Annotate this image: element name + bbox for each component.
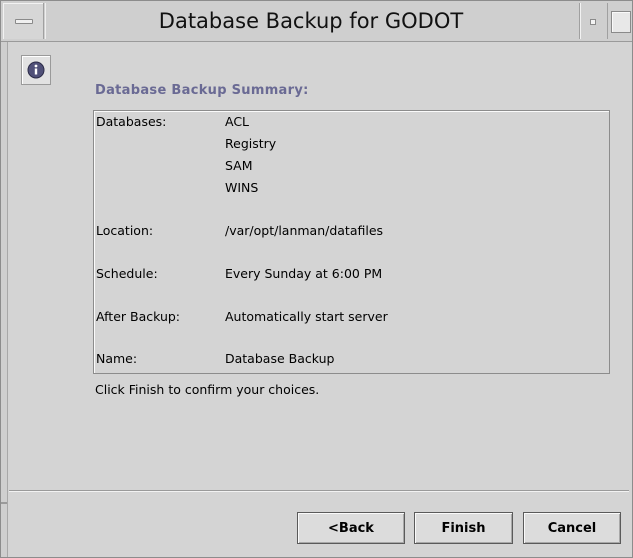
schedule-label: Schedule: [96,266,158,281]
database-item: SAM [225,158,253,173]
databases-label: Databases: [96,114,167,129]
cancel-button[interactable]: Cancel [523,512,621,544]
title-area[interactable]: Database Backup for GODOT [45,3,576,39]
after-backup-value: Automatically start server [225,309,388,324]
summary-heading: Database Backup Summary: [95,83,309,98]
location-label: Location: [96,223,154,238]
name-value: Database Backup [225,351,335,366]
database-item: WINS [225,180,259,195]
instructions-text: Click Finish to confirm your choices. [95,382,320,397]
after-backup-label: After Backup: [96,309,181,324]
dialog-window: Database Backup for GODOT Database Backu… [0,0,633,558]
window-title: Database Backup for GODOT [158,9,464,33]
frame-notch [1,502,7,504]
minimize-icon [590,19,596,25]
finish-button[interactable]: Finish [414,512,513,544]
summary-box: Databases: ACL Registry SAM WINS Locatio… [93,110,610,374]
database-item: Registry [225,136,277,151]
schedule-value: Every Sunday at 6:00 PM [225,266,383,281]
title-bar[interactable]: Database Backup for GODOT [1,1,632,42]
maximize-icon [611,11,631,33]
button-separator [9,490,629,492]
location-value: /var/opt/lanman/datafiles [225,223,384,238]
database-item: ACL [225,114,250,129]
name-label: Name: [96,351,138,366]
minimize-button[interactable] [579,3,606,39]
window-menu-icon [15,19,33,24]
info-button[interactable] [21,55,51,85]
info-icon [27,61,45,79]
maximize-button[interactable] [607,3,632,39]
window-frame-left [1,42,8,557]
window-menu-button[interactable] [3,3,44,39]
back-button[interactable]: <Back [297,512,405,544]
